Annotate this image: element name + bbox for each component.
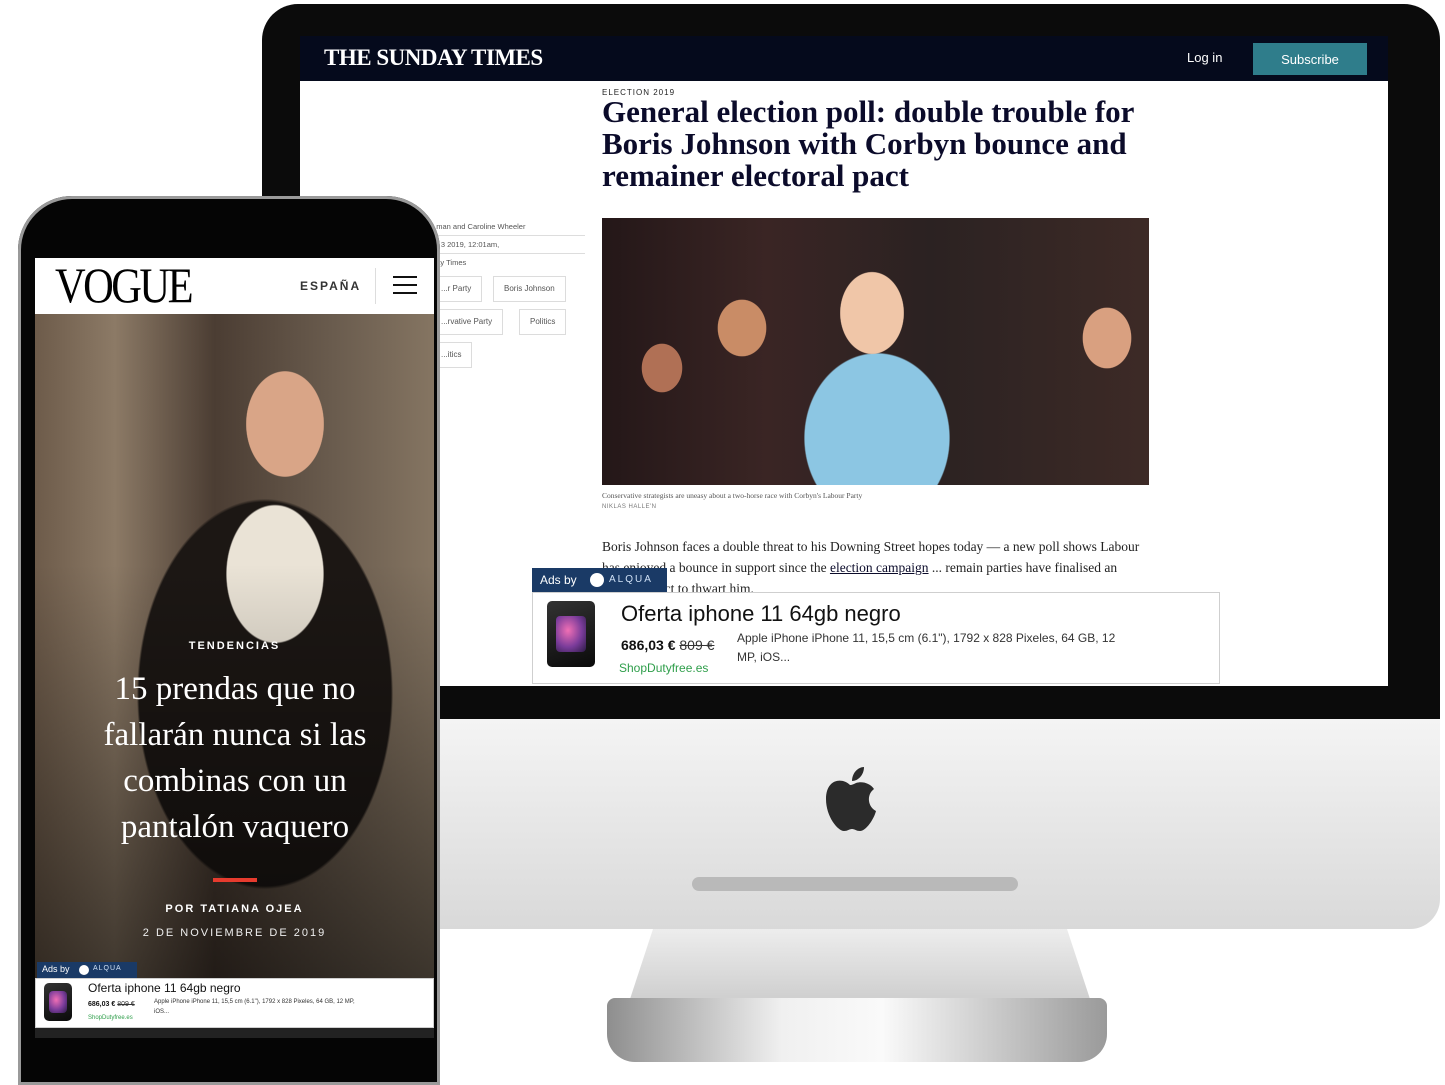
times-header: THE SUNDAY TIMES Log in Subscribe <box>300 36 1388 81</box>
ad-price: 686,03 € <box>621 637 676 653</box>
vogue-logo[interactable]: VOGUE <box>55 258 194 314</box>
subscribe-button[interactable]: Subscribe <box>1253 43 1367 75</box>
mobile-ad[interactable]: Oferta iphone 11 64gb negro 686,03 € 809… <box>35 978 434 1028</box>
photo-credit: NIKLAS HALLE'N <box>602 504 657 510</box>
times-logo[interactable]: THE SUNDAY TIMES <box>324 45 543 71</box>
article-photo <box>602 218 1149 485</box>
mobile-ad-shop[interactable]: ShopDutyfree.es <box>88 1015 133 1021</box>
vogue-header: VOGUE ESPAÑA <box>35 258 434 314</box>
imac-vent <box>692 877 1018 891</box>
byline-authors: ...man and Caroline Wheeler <box>430 218 585 236</box>
article-body: Boris Johnson faces a double threat to h… <box>602 536 1142 599</box>
mobile-ad-old-price: 809 € <box>117 1001 135 1008</box>
byline-date: ...r 3 2019, 12:01am, <box>430 236 585 254</box>
desktop-screen: THE SUNDAY TIMES Log in Subscribe ELECTI… <box>300 36 1388 686</box>
tag-politics[interactable]: Politics <box>519 309 567 335</box>
imac-stand <box>630 929 1090 999</box>
ad-description: Apple iPhone iPhone 11, 15,5 cm (6.1"), … <box>737 631 1116 664</box>
login-link[interactable]: Log in <box>1187 50 1222 65</box>
hero-date: 2 DE NOVIEMBRE DE 2019 <box>142 927 327 939</box>
mobile-screen: VOGUE ESPAÑA TENDENCIAS 15 prendas que n… <box>35 258 434 1038</box>
mobile-iphone-thumbnail <box>44 983 72 1021</box>
mobile-alqua-logo-icon <box>79 965 89 975</box>
ad-shop[interactable]: ShopDutyfree.es <box>619 661 708 675</box>
imac-stand-foot <box>607 998 1107 1062</box>
mobile-ad-description: Apple iPhone iPhone 11, 15,5 cm (6.1"), … <box>154 999 355 1015</box>
byline-publication: ...ay Times <box>430 258 467 267</box>
mobile-ads-by-label[interactable]: Ads by ALQUA <box>37 962 137 978</box>
hero-title[interactable]: 15 prendas que no fallarán nunca si las … <box>65 666 405 850</box>
mobile-ad-title[interactable]: Oferta iphone 11 64gb negro <box>88 981 241 995</box>
hero-author: POR TATIANA OJEA <box>165 903 304 915</box>
hero-section[interactable]: TENDENCIAS <box>35 640 434 652</box>
iphone-thumbnail <box>547 601 595 667</box>
mobile-ad-price-row: 686,03 € 809 € <box>88 1001 135 1008</box>
article-byline: ...man and Caroline Wheeler ...r 3 2019,… <box>430 218 585 271</box>
ads-by-text: Ads by <box>540 573 577 587</box>
ad-old-price: 809 € <box>679 637 715 653</box>
ad-price-row: 686,03 € 809 € <box>621 637 714 653</box>
mobile-ad-price: 686,03 € <box>88 1001 116 1008</box>
desktop-ad[interactable]: Oferta iphone 11 64gb negro 686,03 € 809… <box>532 592 1220 684</box>
ad-title[interactable]: Oferta iphone 11 64gb negro <box>621 601 901 627</box>
header-divider <box>375 268 376 304</box>
mobile-alqua-brand: ALQUA <box>93 965 122 972</box>
hero-accent-rule <box>213 878 257 882</box>
apple-logo-icon <box>826 767 876 831</box>
tag-conservative-party[interactable]: ...rvative Party <box>430 309 504 335</box>
alqua-brand: ALQUA <box>609 574 653 585</box>
ads-by-label[interactable]: Ads by ALQUA <box>532 568 667 592</box>
article-headline: General election poll: double trouble fo… <box>602 94 1134 193</box>
mobile-ads-by-text: Ads by <box>42 964 70 974</box>
hamburger-menu-icon[interactable] <box>393 276 417 296</box>
photo-caption: Conservative strategists are uneasy abou… <box>602 491 863 500</box>
alqua-logo-icon <box>590 573 604 587</box>
vogue-country[interactable]: ESPAÑA <box>300 279 361 293</box>
election-campaign-link[interactable]: election campaign <box>830 560 929 575</box>
tag-boris-johnson[interactable]: Boris Johnson <box>493 276 566 302</box>
